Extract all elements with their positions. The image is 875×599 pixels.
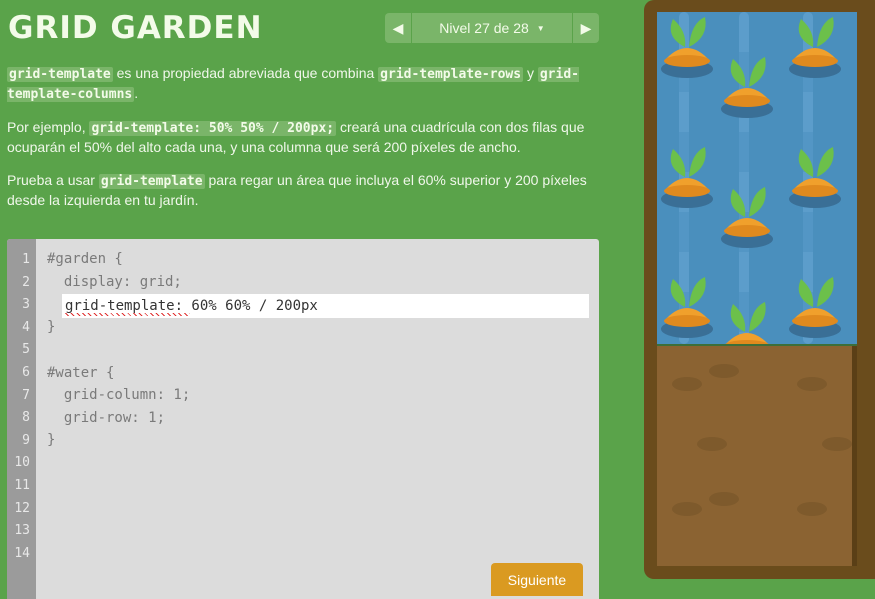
level-dropdown[interactable]: Nivel 27 de 28 ▼ xyxy=(412,13,572,43)
code-grid-template: grid-template xyxy=(98,174,205,189)
carrot-icon xyxy=(789,147,841,208)
css-editor: 1 2 3 4 5 6 7 8 9 10 11 12 13 14 #garden… xyxy=(7,239,599,599)
triangle-right-icon: ▶ xyxy=(580,19,592,36)
instruction-paragraph-1: grid-template es una propiedad abreviada… xyxy=(7,64,607,104)
instruction-text: y xyxy=(523,65,538,81)
carrot-icon xyxy=(661,277,713,338)
line-number: 3 xyxy=(22,297,30,312)
code-example: grid-template: 50% 50% / 200px; xyxy=(89,121,337,136)
code-grid-template-rows: grid-template-rows xyxy=(378,67,524,82)
line-number: 8 xyxy=(22,410,30,425)
game-title: GRID GARDEN xyxy=(8,10,263,46)
instructions: grid-template es una propiedad abreviada… xyxy=(7,64,607,224)
carrot-icon xyxy=(721,187,773,248)
line-number: 9 xyxy=(22,433,30,448)
triangle-left-icon: ◀ xyxy=(392,19,404,36)
caret-down-icon: ▼ xyxy=(536,23,545,33)
line-number: 6 xyxy=(22,365,30,380)
soil-spot xyxy=(697,437,727,451)
next-level-button[interactable]: ▶ xyxy=(572,13,599,43)
spellcheck-underline xyxy=(65,313,190,316)
instruction-text: Por ejemplo, xyxy=(7,119,90,135)
code-line: grid-column: 1; xyxy=(47,387,191,403)
carrot-icon xyxy=(789,277,841,338)
code-line: grid-row: 1; xyxy=(47,410,166,426)
line-number: 14 xyxy=(14,546,30,561)
garden xyxy=(657,12,857,566)
carrot-icon xyxy=(661,147,713,208)
next-button[interactable]: Siguiente xyxy=(491,563,583,596)
prev-level-button[interactable]: ◀ xyxy=(385,13,412,43)
line-number: 2 xyxy=(22,275,30,290)
code-line: #garden { xyxy=(47,251,123,267)
instruction-text: Prueba a usar xyxy=(7,172,99,188)
soil-spot xyxy=(822,437,852,451)
level-navigator: ◀ Nivel 27 de 28 ▼ ▶ xyxy=(385,13,599,43)
soil-spot xyxy=(797,502,827,516)
line-number-gutter: 1 2 3 4 5 6 7 8 9 10 11 12 13 14 xyxy=(7,239,36,599)
instruction-paragraph-2: Por ejemplo, grid-template: 50% 50% / 20… xyxy=(7,118,607,157)
line-number: 1 xyxy=(22,252,30,267)
code-line: display: grid; xyxy=(47,274,182,290)
soil-spot xyxy=(797,377,827,391)
soil-spot xyxy=(709,364,739,378)
code-grid-template: grid-template xyxy=(7,67,113,82)
code-line: #water { xyxy=(47,365,115,381)
instruction-text: es una propiedad abreviada que combina xyxy=(112,65,379,81)
soil-spot xyxy=(672,502,702,516)
carrot-icon xyxy=(661,17,713,78)
carrot-icon xyxy=(721,57,773,118)
line-number: 10 xyxy=(14,455,30,470)
line-number: 4 xyxy=(22,320,30,335)
instruction-paragraph-3: Prueba a usar grid-template para regar u… xyxy=(7,171,607,210)
instruction-text: . xyxy=(134,85,139,101)
code-line: } xyxy=(47,432,56,448)
line-number: 13 xyxy=(14,523,30,538)
line-number: 12 xyxy=(14,501,30,516)
line-number: 11 xyxy=(14,478,30,493)
soil-spot xyxy=(709,492,739,506)
carrot-icon xyxy=(789,17,841,78)
line-number: 7 xyxy=(22,388,30,403)
line-number: 5 xyxy=(22,342,30,357)
soil-spot xyxy=(672,377,702,391)
code-line: } xyxy=(47,319,56,335)
level-label: Nivel 27 de 28 xyxy=(439,20,529,36)
carrot-icon xyxy=(725,302,769,344)
carrot-layer xyxy=(661,17,841,344)
